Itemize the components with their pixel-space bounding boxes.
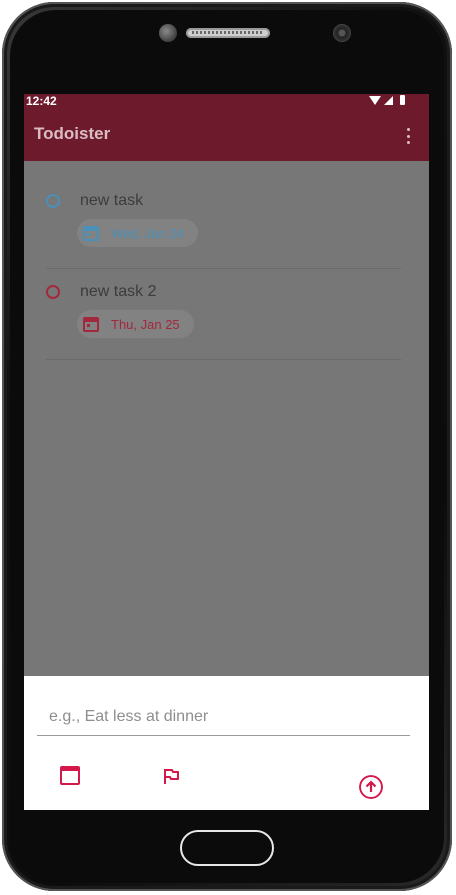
earpiece-speaker xyxy=(186,28,270,38)
wifi-icon xyxy=(369,96,381,105)
task-checkbox[interactable] xyxy=(46,194,60,208)
submit-task-button[interactable] xyxy=(359,775,383,802)
signal-icon xyxy=(384,96,393,105)
status-bar: 12:42 xyxy=(24,94,429,108)
app-title: Todoister xyxy=(34,124,111,143)
due-date-chip[interactable]: Wed, Jan 24 xyxy=(77,219,198,247)
app-bar: Todoister xyxy=(24,108,429,161)
more-vert-icon[interactable] xyxy=(407,128,411,144)
task-input[interactable] xyxy=(37,702,410,736)
front-camera xyxy=(159,24,177,42)
screen: 12:42 Todoister new task Wed, Jan 24 new… xyxy=(24,94,429,810)
flag-icon xyxy=(164,769,179,784)
home-button[interactable] xyxy=(180,830,274,866)
set-date-button[interactable] xyxy=(60,766,80,785)
task-title: new task xyxy=(80,192,144,209)
due-date-label: Thu, Jan 25 xyxy=(111,316,180,332)
set-priority-button[interactable] xyxy=(162,767,180,788)
status-icons xyxy=(369,95,405,105)
add-task-sheet xyxy=(24,676,429,810)
proximity-sensor xyxy=(334,25,350,41)
due-date-label: Wed, Jan 24 xyxy=(111,225,184,241)
arrow-up-circle-icon xyxy=(359,775,383,799)
task-title: new task 2 xyxy=(80,283,157,300)
task-checkbox[interactable] xyxy=(46,285,60,299)
calendar-icon xyxy=(83,225,99,241)
due-date-chip[interactable]: Thu, Jan 25 xyxy=(77,310,194,338)
task-list: new task Wed, Jan 24 new task 2 Thu, Jan… xyxy=(24,161,429,676)
calendar-icon xyxy=(83,316,99,332)
divider xyxy=(46,268,401,269)
battery-icon xyxy=(400,95,405,105)
divider xyxy=(46,359,401,360)
status-time: 12:42 xyxy=(26,94,57,108)
calendar-icon xyxy=(60,766,80,785)
